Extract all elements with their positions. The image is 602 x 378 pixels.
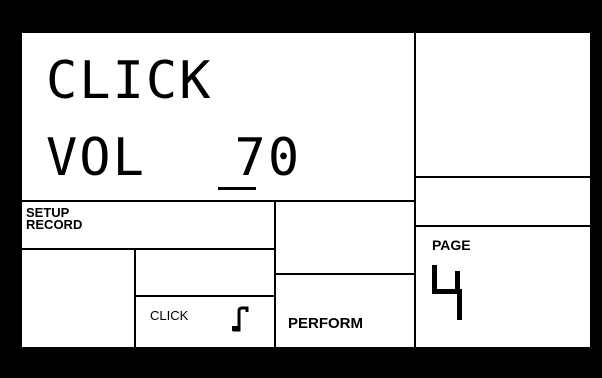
parameter-value-row: VOL 70: [46, 132, 301, 184]
divider: [414, 225, 590, 227]
value-cursor: [218, 187, 256, 190]
divider: [414, 176, 590, 178]
lcd-screen: CLICK VOL 70 SETUP RECORD CLICK PERFORM …: [22, 33, 590, 347]
divider: [134, 248, 136, 347]
page-number-display: 4: [432, 265, 466, 325]
parameter-value[interactable]: 70: [235, 128, 302, 188]
divider: [22, 200, 414, 202]
page-label: PAGE: [432, 237, 471, 253]
click-button[interactable]: CLICK: [150, 308, 188, 323]
music-note-icon: [232, 306, 249, 332]
segment: [432, 265, 437, 291]
divider: [274, 273, 414, 275]
parameter-label: VOL: [46, 128, 146, 188]
perform-label: PERFORM: [288, 315, 363, 332]
perform-button[interactable]: PERFORM: [288, 315, 363, 332]
segment: [457, 294, 462, 320]
divider: [22, 248, 274, 250]
divider: [134, 295, 274, 297]
segment: [455, 271, 460, 291]
click-label: CLICK: [150, 308, 189, 323]
setup-record-button[interactable]: SETUP RECORD: [26, 206, 83, 232]
parameter-name: CLICK: [46, 51, 213, 111]
divider: [414, 33, 416, 347]
record-label: RECORD: [26, 217, 83, 232]
